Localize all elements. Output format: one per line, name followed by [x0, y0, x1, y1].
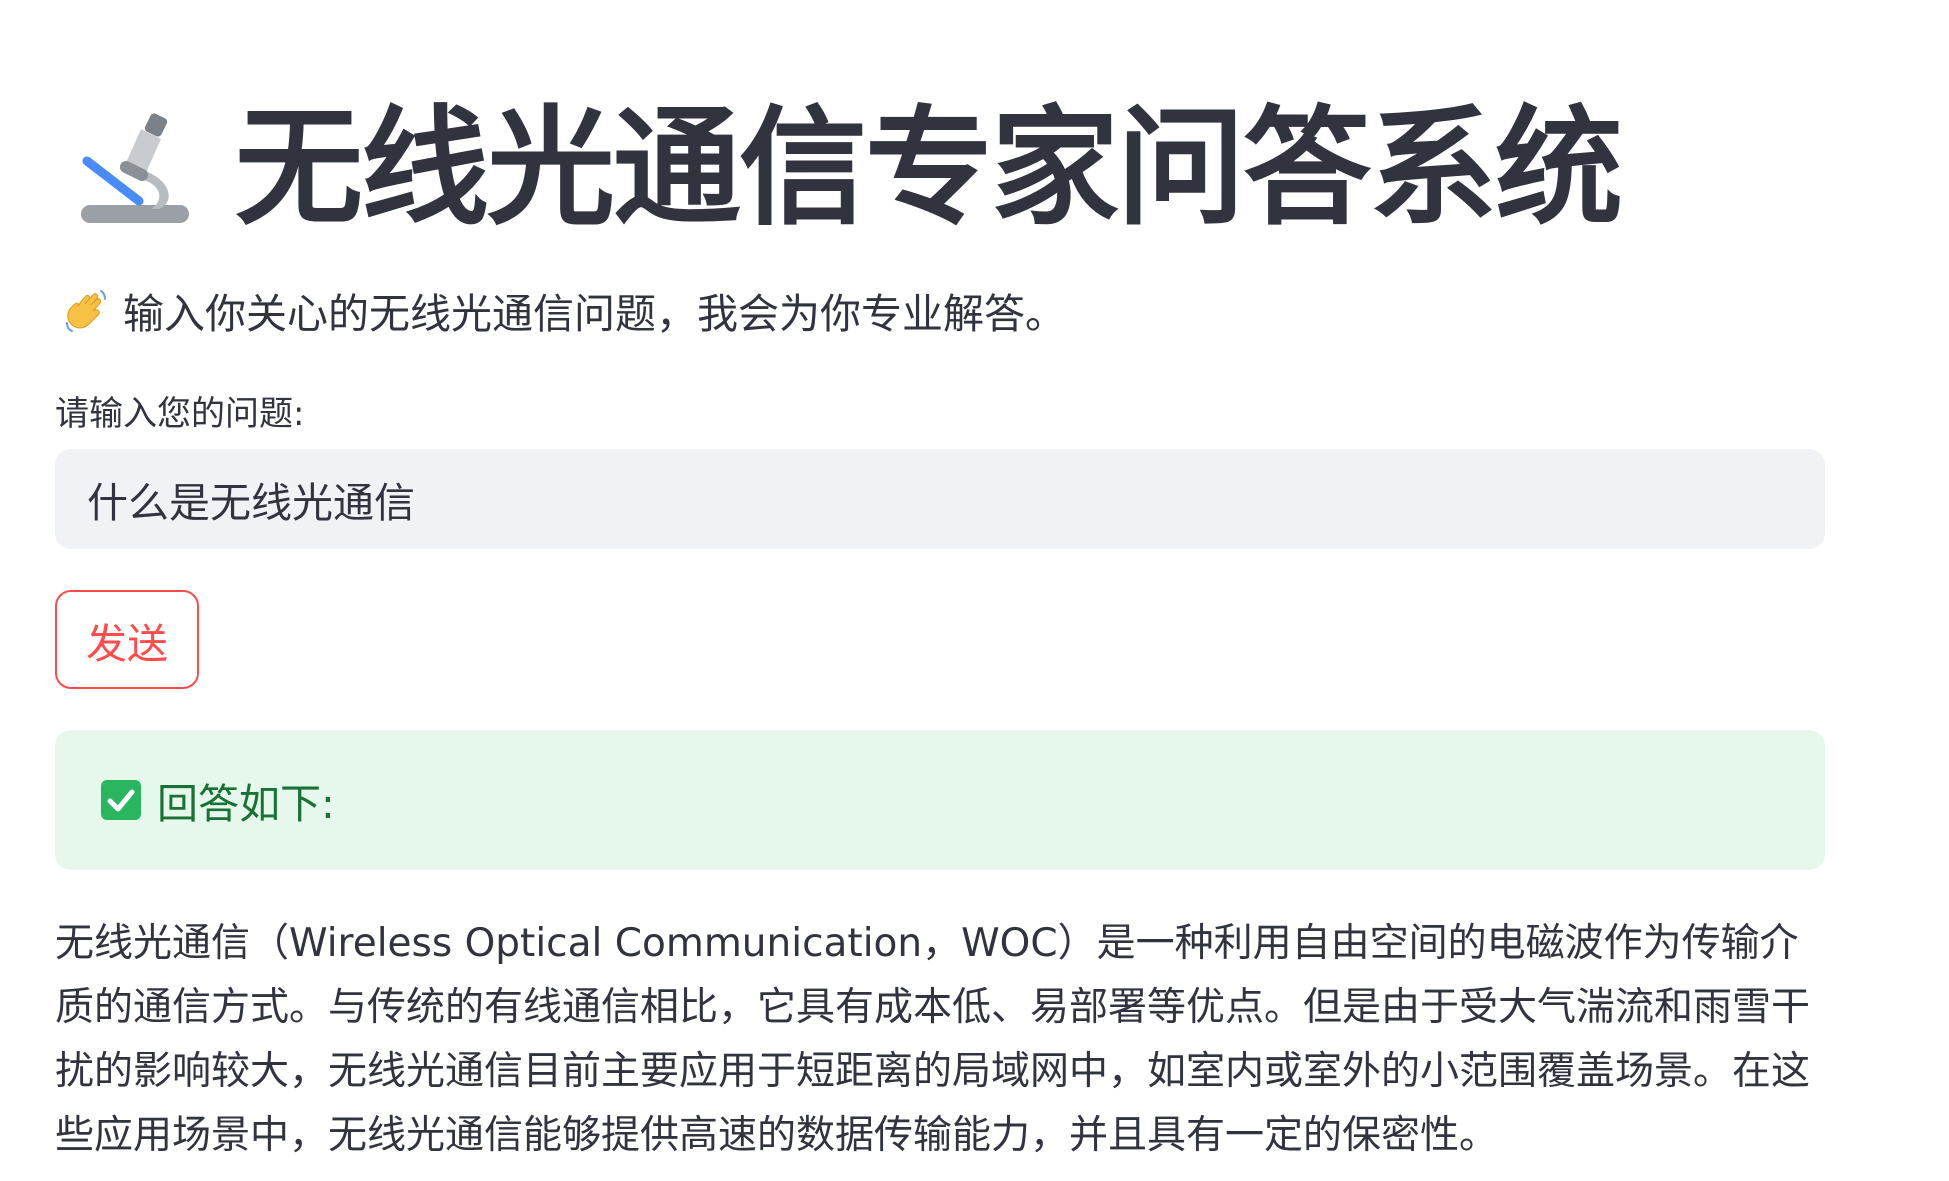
question-input[interactable]	[87, 475, 1793, 523]
subtitle: 输入你关心的无线光通信问题，我会为你专业解答。	[63, 280, 1066, 340]
microscope-icon	[81, 113, 189, 223]
success-status-text: 回答如下:	[157, 780, 335, 828]
check-icon	[101, 780, 141, 820]
answer-text: 无线光通信（Wireless Optical Communication，WOC…	[55, 921, 1811, 1158]
send-button[interactable]: 发送	[55, 590, 199, 689]
page-title: 无线光通信专家问答系统	[235, 94, 1623, 243]
page-header: 无线光通信专家问答系统	[75, 94, 1623, 243]
success-alert: 回答如下:	[55, 730, 1825, 870]
waving-hand-icon	[66, 290, 106, 332]
question-label: 请输入您的问题:	[55, 394, 305, 434]
subtitle-text: 输入你关心的无线光通信问题，我会为你专业解答。	[123, 290, 1066, 338]
question-input-container[interactable]	[55, 449, 1825, 549]
